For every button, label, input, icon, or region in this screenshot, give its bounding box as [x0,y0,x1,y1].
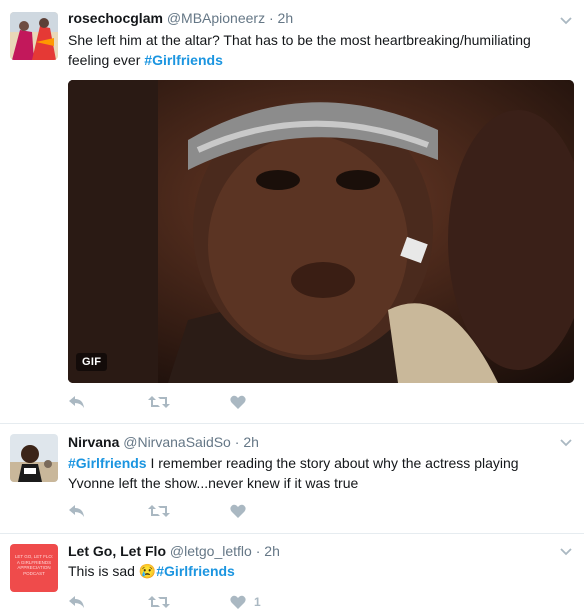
reply-button[interactable] [68,501,86,521]
avatar-podcast-text: LET GO, LET FLO: A GIRLFRIENDS APPRECIAT… [14,554,54,576]
avatar-image [10,434,58,482]
timestamp[interactable]: 2h [264,543,280,559]
retweet-button[interactable] [148,501,170,521]
heart-icon [230,504,246,518]
tweet-header: Let Go, Let Flo @letgo_letflo · 2h [68,543,280,559]
reply-icon [69,396,84,408]
reply-icon [69,505,84,517]
chevron-down-icon[interactable] [560,547,572,557]
tweet-text: #Girlfriends I remember reading the stor… [68,453,558,493]
tweet-header: rosechocglam @MBApioneerz · 2h [68,10,293,26]
tweet[interactable]: LET GO, LET FLO: A GIRLFRIENDS APPRECIAT… [0,534,584,609]
avatar[interactable]: LET GO, LET FLO: A GIRLFRIENDS APPRECIAT… [10,544,58,592]
tweet-text-content: She left him at the altar? That has to b… [68,32,531,68]
gif-frame-image [68,80,574,383]
hashtag-link[interactable]: #Girlfriends [156,563,235,579]
display-name[interactable]: Nirvana [68,434,119,450]
display-name[interactable]: rosechocglam [68,10,163,26]
tweet-header: Nirvana @NirvanaSaidSo · 2h [68,434,259,450]
tweet[interactable]: Nirvana @NirvanaSaidSo · 2h #Girlfriends… [0,424,584,534]
timestamp[interactable]: 2h [243,434,259,450]
reply-button[interactable] [68,392,86,412]
retweet-icon [148,596,170,608]
tweet-text: She left him at the altar? That has to b… [68,30,558,70]
gif-badge: GIF [76,353,108,371]
chevron-down-icon[interactable] [560,16,572,26]
avatar-image [10,12,58,60]
display-name[interactable]: Let Go, Let Flo [68,543,166,559]
like-button[interactable] [230,392,254,412]
tweet-text-content: This is sad [68,563,139,579]
retweet-button[interactable] [148,392,170,412]
avatar[interactable] [10,12,58,60]
heart-icon [230,595,246,609]
separator-dot: · [268,10,274,26]
heart-icon [230,395,246,409]
retweet-icon [148,396,170,408]
timestamp[interactable]: 2h [278,10,294,26]
gif-media[interactable]: GIF [68,80,574,383]
like-button[interactable] [230,501,254,521]
crying-face-emoji: 😢 [138,563,157,579]
chevron-down-icon[interactable] [560,438,572,448]
separator-dot: · [255,543,261,559]
avatar[interactable] [10,434,58,482]
hashtag-link[interactable]: #Girlfriends [144,52,223,68]
tweet[interactable]: rosechocglam @MBApioneerz · 2h She left … [0,0,584,424]
retweet-button[interactable] [148,592,170,612]
user-handle[interactable]: @NirvanaSaidSo [123,434,231,450]
tweet-text: This is sad 😢#Girlfriends [68,561,558,581]
user-handle[interactable]: @letgo_letflo [170,543,252,559]
reply-button[interactable] [68,592,86,612]
separator-dot: · [234,434,240,450]
user-handle[interactable]: @MBApioneerz [167,10,265,26]
like-button[interactable]: 1 [230,592,261,612]
retweet-icon [148,505,170,517]
hashtag-link[interactable]: #Girlfriends [68,455,147,471]
reply-icon [69,596,84,608]
